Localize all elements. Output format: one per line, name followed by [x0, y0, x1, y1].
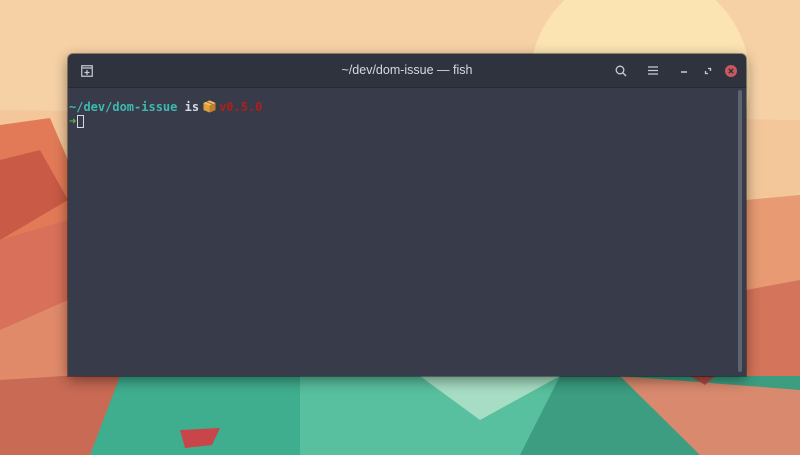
new-tab-icon: [81, 64, 93, 77]
input-line: ➜: [69, 114, 736, 128]
text-cursor: [77, 115, 85, 128]
minimize-button[interactable]: [675, 54, 693, 87]
package-version: v0.5.0: [219, 100, 263, 114]
new-tab-button[interactable]: [76, 54, 98, 87]
prompt-is: is: [184, 100, 200, 114]
terminal-window: ~/dev/dom-issue — fish ~/dev/dom-issue i…: [68, 54, 746, 376]
scrollbar[interactable]: [735, 88, 745, 376]
window-title: ~/dev/dom-issue — fish: [341, 63, 473, 77]
restore-button[interactable]: [699, 54, 717, 87]
package-box-icon: [203, 100, 216, 116]
minimize-icon: [681, 70, 687, 73]
search-button[interactable]: [611, 54, 631, 87]
prompt-arrow: ➜: [69, 114, 77, 128]
prompt-line: ~/dev/dom-issue is v0.5.0: [69, 100, 736, 114]
close-button[interactable]: [722, 54, 740, 87]
scrollbar-thumb[interactable]: [738, 90, 742, 372]
search-icon: [615, 65, 627, 76]
restore-icon: [704, 67, 712, 74]
close-icon: [725, 64, 737, 77]
menu-icon: [648, 66, 658, 75]
terminal-output[interactable]: ~/dev/dom-issue is v0.5.0 ➜: [68, 88, 736, 376]
titlebar: ~/dev/dom-issue — fish: [68, 54, 746, 88]
menu-button[interactable]: [643, 54, 663, 87]
prompt-cwd: ~/dev/dom-issue: [69, 100, 178, 114]
